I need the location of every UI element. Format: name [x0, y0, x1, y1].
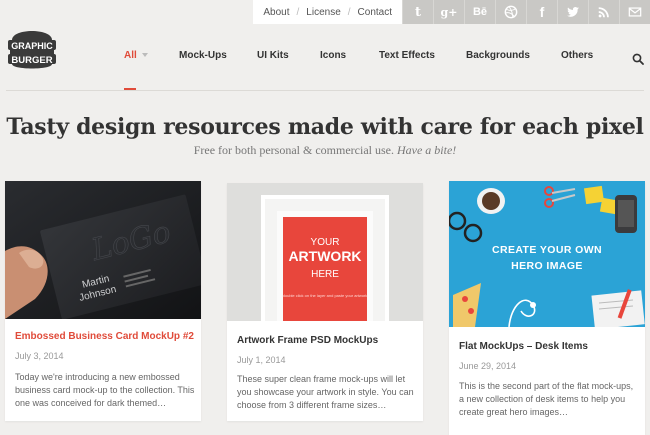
card-art-small-print: double click on the layer and paste your… [283, 293, 368, 298]
card-art-line-1: CREATE YOUR OWN [492, 244, 602, 256]
top-links: About / License / Contact [253, 0, 402, 24]
card-title[interactable]: Artwork Frame PSD MockUps [237, 335, 378, 346]
card-art-line-2: ARTWORK [288, 248, 361, 264]
rss-icon[interactable] [588, 0, 619, 24]
card-date: July 3, 2014 [15, 351, 64, 361]
separator: / [347, 6, 351, 18]
nav-item-icons[interactable]: Icons [320, 50, 346, 61]
facebook-icon[interactable]: f [526, 0, 557, 24]
card-title[interactable]: Flat MockUps – Desk Items [459, 341, 588, 352]
nav-item-all[interactable]: All [124, 50, 148, 61]
card-title[interactable]: Embossed Business Card MockUp #2 [15, 331, 194, 342]
card-description: This is the second part of the flat mock… [459, 381, 634, 417]
card-art-line-3: HERE [311, 269, 339, 280]
twitter-icon[interactable] [557, 0, 588, 24]
card-art-line-2: HERO IMAGE [511, 260, 583, 272]
card-thumbnail[interactable]: CREATE YOUR OWN HERO IMAGE [449, 181, 645, 327]
resource-card[interactable]: YOUR ARTWORK HERE double click on the la… [227, 183, 423, 421]
main-nav: All Mock-Ups UI Kits Icons Text Effects … [0, 50, 650, 70]
dribbble-icon[interactable] [495, 0, 526, 24]
nav-item-text-effects[interactable]: Text Effects [379, 50, 435, 61]
card-description: These super clean frame mock-ups will le… [237, 374, 414, 410]
subtitle-emphasis: Have a bite! [396, 143, 457, 157]
social-links: t g+ Bē f [402, 0, 650, 24]
nav-item-ui-kits[interactable]: UI Kits [257, 50, 289, 61]
card-date: July 1, 2014 [237, 355, 286, 365]
card-art-line-1: YOUR [311, 237, 340, 248]
header-divider [6, 90, 644, 91]
google-plus-icon[interactable]: g+ [433, 0, 464, 24]
card-description: Today we're introducing a new embossed b… [15, 372, 195, 408]
nav-item-backgrounds[interactable]: Backgrounds [466, 50, 530, 61]
license-link[interactable]: License [306, 7, 340, 18]
resource-card[interactable]: LoGo Martin Johnson Embossed Business Ca… [5, 181, 201, 421]
nav-item-others[interactable]: Others [561, 50, 593, 61]
top-bar: About / License / Contact t g+ Bē f [253, 0, 650, 24]
separator: / [296, 6, 300, 18]
subtitle-text: Free for both personal & commercial use. [193, 143, 394, 157]
caret-down-icon [141, 53, 148, 58]
behance-icon[interactable]: Bē [464, 0, 495, 24]
page-subtitle: Free for both personal & commercial use.… [0, 143, 650, 158]
tumblr-icon[interactable]: t [402, 0, 433, 24]
nav-item-label: All [124, 50, 137, 61]
resource-card[interactable]: CREATE YOUR OWN HERO IMAGE Flat MockUps … [449, 181, 645, 435]
card-thumbnail[interactable]: YOUR ARTWORK HERE double click on the la… [227, 183, 423, 321]
about-link[interactable]: About [263, 7, 289, 18]
card-date: June 29, 2014 [459, 361, 517, 371]
search-icon[interactable] [632, 53, 644, 65]
nav-item-mock-ups[interactable]: Mock-Ups [179, 50, 227, 61]
page-title: Tasty design resources made with care fo… [6, 114, 644, 140]
contact-link[interactable]: Contact [358, 7, 392, 18]
card-thumbnail[interactable]: LoGo Martin Johnson [5, 181, 201, 319]
email-icon[interactable] [619, 0, 650, 24]
